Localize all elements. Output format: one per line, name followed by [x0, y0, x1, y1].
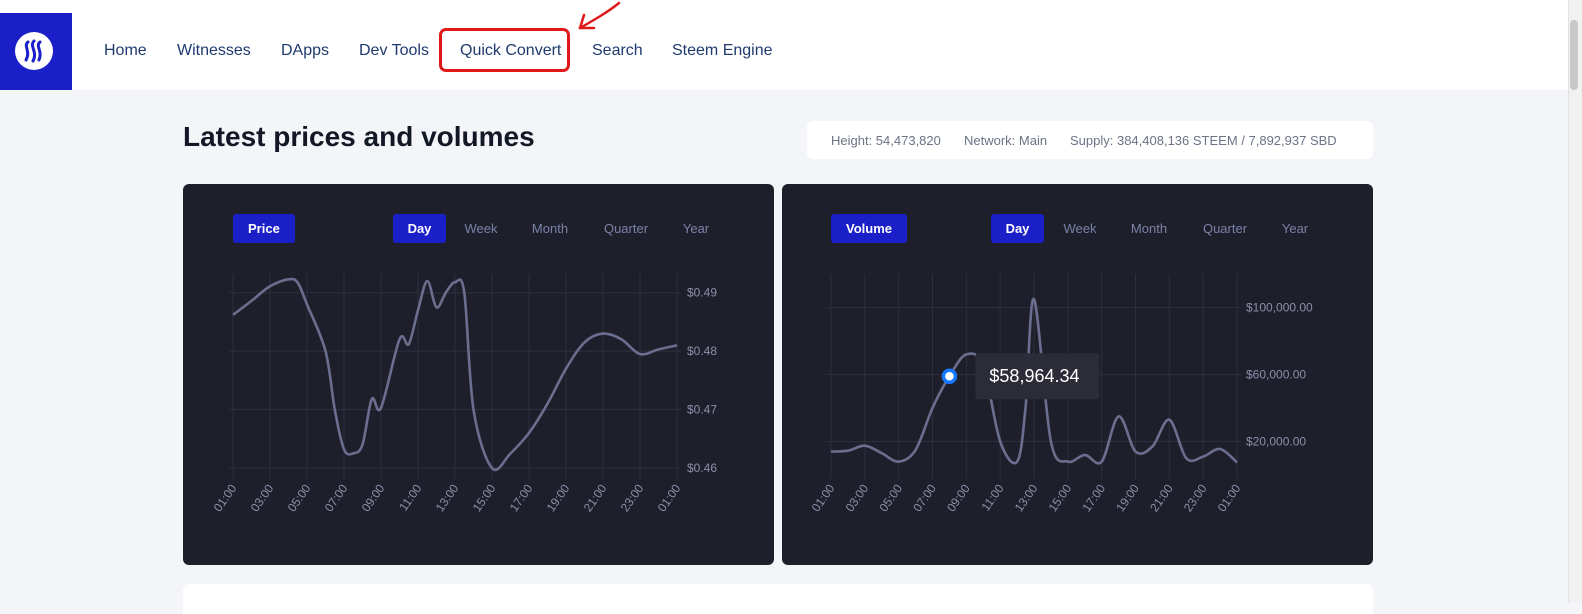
volume-x-tick-label: 01:00 [809, 481, 838, 514]
price-x-tick-label: 21:00 [581, 481, 610, 514]
stat-height: Height: 54,473,820 [831, 133, 941, 148]
price-x-tick-label: 23:00 [618, 481, 647, 514]
top-navbar: Home Witnesses DApps Dev Tools Quick Con… [0, 0, 1568, 90]
nav-dev-tools[interactable]: Dev Tools [359, 40, 429, 62]
logo-circle [15, 32, 53, 70]
volume-y-tick-label: $100,000.00 [1246, 301, 1313, 315]
volume-x-tick-label: 03:00 [843, 481, 872, 514]
price-x-tick-label: 01:00 [211, 481, 240, 514]
volume-hover-point[interactable] [941, 368, 958, 384]
volume-x-tick-label: 21:00 [1147, 481, 1176, 514]
price-y-tick-label: $0.47 [687, 403, 717, 417]
nav-witnesses[interactable]: Witnesses [177, 40, 251, 62]
network-stats: Height: 54,473,820 Network: Main Supply:… [807, 121, 1373, 159]
stat-network: Network: Main [964, 133, 1048, 148]
volume-x-tick-label: 05:00 [876, 481, 905, 514]
annotation-arrow-icon [578, 1, 621, 30]
price-x-tick-label: 03:00 [248, 481, 277, 514]
steem-waves-icon [24, 39, 42, 63]
next-section-card [183, 584, 1373, 614]
scrollbar-thumb[interactable] [1570, 20, 1578, 90]
volume-chart-panel: Volume Day Week Month Quarter Year $100,… [782, 184, 1373, 565]
price-x-tick-label: 07:00 [322, 481, 351, 514]
price-x-tick-label: 11:00 [396, 481, 424, 513]
nav-search[interactable]: Search [592, 40, 643, 62]
steem-logo[interactable] [0, 13, 72, 90]
nav-home[interactable]: Home [104, 40, 147, 62]
price-y-tick-label: $0.49 [687, 286, 717, 300]
price-x-tick-label: 01:00 [655, 481, 684, 514]
page-title: Latest prices and volumes [183, 121, 535, 152]
price-x-tick-label: 15:00 [470, 481, 499, 514]
price-x-tick-label: 09:00 [359, 481, 388, 514]
price-y-tick-label: $0.46 [687, 461, 717, 475]
volume-chart: $100,000.00$60,000.00$20,000.0001:00 03:0… [809, 274, 1313, 514]
price-y-tick-label: $0.48 [687, 344, 717, 358]
volume-x-tick-label: 23:00 [1181, 481, 1210, 514]
price-chart-panel: Price Day Week Month Quarter Year $0.49 $… [183, 184, 774, 565]
nav-dapps[interactable]: DApps [281, 40, 329, 62]
volume-x-tick-label: 15:00 [1046, 481, 1075, 514]
stat-supply: Supply: 384,408,136 STEEM / 7,892,937 SB… [1070, 133, 1337, 148]
annotation-highlight-box [439, 28, 570, 72]
volume-x-tick-label: 01:00 [1215, 481, 1244, 514]
volume-x-tick-label: 09:00 [944, 481, 973, 514]
volume-x-tick-label: 13:00 [1012, 481, 1041, 514]
volume-tooltip-value: $58,964.34 [989, 366, 1079, 386]
nav-steem-engine[interactable]: Steem Engine [672, 40, 773, 62]
volume-y-tick-label: $60,000.00 [1246, 368, 1306, 382]
price-x-tick-label: 17:00 [507, 481, 536, 514]
volume-y-tick-label: $20,000.00 [1246, 435, 1306, 449]
volume-x-tick-label: 19:00 [1113, 481, 1142, 514]
price-x-tick-label: 13:00 [433, 481, 462, 514]
price-chart: $0.49$0.48$0.47$0.4601:00 03:00 05:00 07:00… [211, 274, 717, 514]
volume-x-tick-label: 07:00 [910, 481, 939, 514]
window-scrollbar[interactable] [1568, 0, 1582, 603]
volume-x-tick-label: 17:00 [1079, 481, 1108, 514]
price-x-tick-label: 19:00 [544, 481, 573, 514]
volume-x-tick-label: 11:00 [978, 481, 1006, 513]
price-x-tick-label: 05:00 [285, 481, 314, 514]
